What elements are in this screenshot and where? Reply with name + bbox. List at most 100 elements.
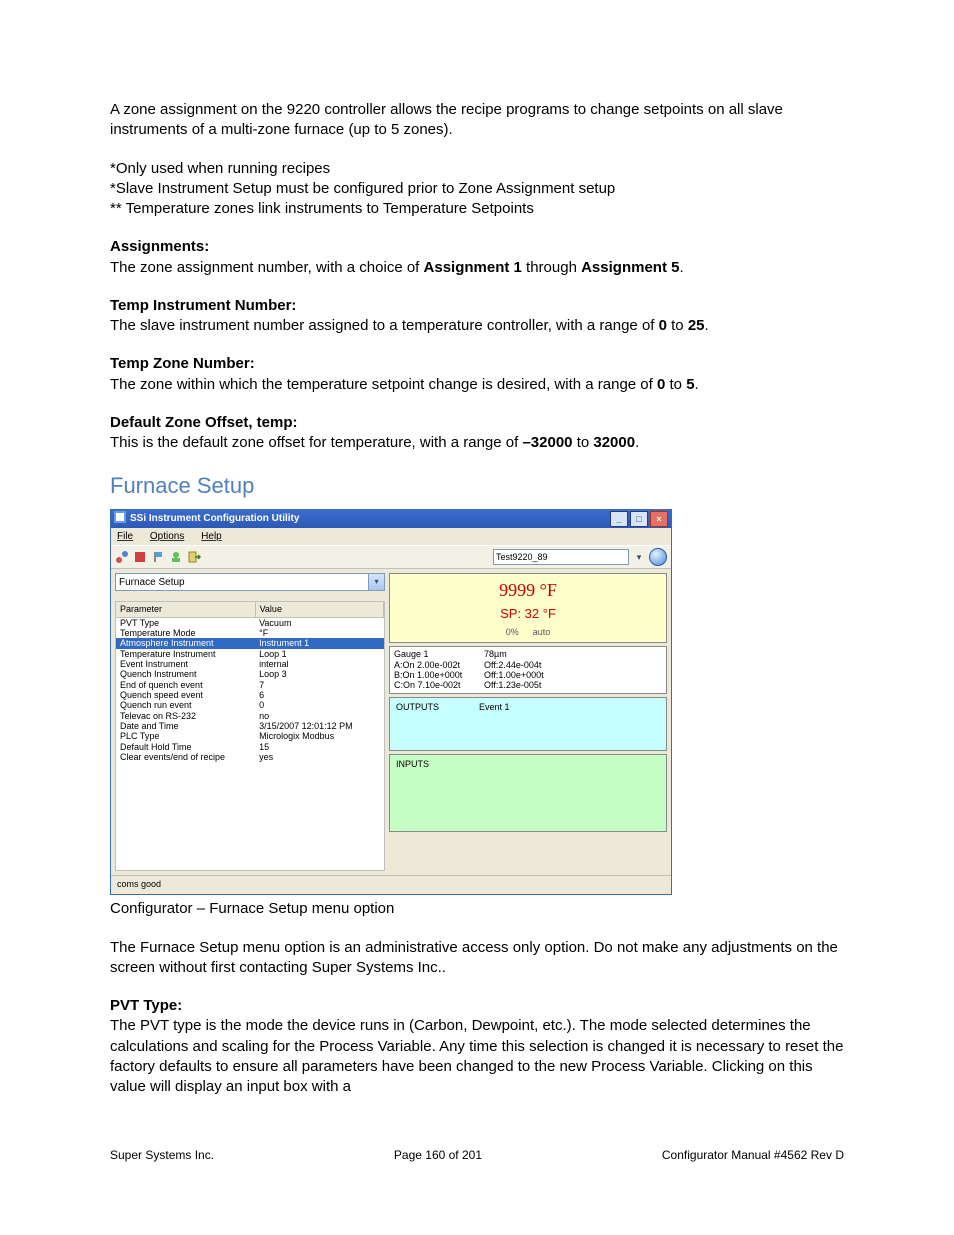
close-button[interactable]: ×	[650, 511, 668, 527]
maximize-button[interactable]: □	[630, 511, 648, 527]
footer-right: Configurator Manual #4562 Rev D	[662, 1147, 844, 1163]
table-row[interactable]: Date and Time3/15/2007 12:01:12 PM	[116, 721, 384, 731]
temp-zone-bold-a: 0	[657, 376, 665, 393]
intro-paragraph: A zone assignment on the 9220 controller…	[110, 100, 844, 141]
footer-left: Super Systems Inc.	[110, 1147, 214, 1163]
assignments-text: The zone assignment number, with a choic…	[110, 259, 424, 276]
gauge-a-on: A:On 2.00e-002t	[394, 660, 484, 670]
temp-instr-text: The slave instrument number assigned to …	[110, 317, 659, 334]
gauge-title: Gauge 1	[394, 649, 484, 659]
menu-help[interactable]: Help	[201, 531, 222, 542]
assignments-bold-a: Assignment 1	[424, 259, 522, 276]
table-row[interactable]: Quench run event0	[116, 700, 384, 710]
table-row[interactable]: Quench speed event6	[116, 690, 384, 700]
table-row[interactable]: Quench InstrumentLoop 3	[116, 669, 384, 679]
table-row[interactable]: Event Instrumentinternal	[116, 659, 384, 669]
section-dropdown[interactable]: Furnace Setup ▾	[115, 573, 385, 591]
default-offset-mid: to	[577, 434, 594, 451]
connect-icon[interactable]	[115, 550, 129, 564]
value-cell: no	[255, 711, 383, 721]
gauge-c-off: Off:1.23e-005t	[484, 680, 574, 690]
table-row[interactable]: Temperature InstrumentLoop 1	[116, 649, 384, 659]
value-cell: internal	[255, 659, 383, 669]
default-offset-section: Default Zone Offset, temp: This is the d…	[110, 413, 844, 454]
temp-zone-mid: to	[670, 376, 687, 393]
value-cell: °F	[255, 628, 383, 638]
device-combo[interactable]: Test9220_89	[493, 549, 629, 565]
outputs-event: Event 1	[479, 701, 510, 713]
temperature-panel: 9999 °F SP: 32 °F 0% auto	[389, 573, 667, 643]
note-line: *Slave Instrument Setup must be configur…	[110, 179, 844, 199]
value-cell: Vacuum	[255, 617, 383, 628]
temp-zone-label: Temp Zone Number:	[110, 355, 255, 372]
stop-icon[interactable]	[133, 550, 147, 564]
col-parameter[interactable]: Parameter	[116, 602, 255, 617]
device-combo-value: Test9220_89	[496, 551, 548, 563]
temperature-mode: auto	[533, 626, 551, 638]
flag-icon[interactable]	[151, 550, 165, 564]
window-title: SSi Instrument Configuration Utility	[130, 512, 299, 526]
exit-icon[interactable]	[187, 550, 201, 564]
temp-zone-text: The zone within which the temperature se…	[110, 376, 657, 393]
temp-instr-bold-a: 0	[659, 317, 667, 334]
help-round-icon[interactable]	[649, 548, 667, 566]
section-dropdown-value: Furnace Setup	[119, 576, 185, 590]
param-cell: Temperature Instrument	[116, 649, 255, 659]
login-icon[interactable]	[169, 550, 183, 564]
table-row[interactable]: Atmosphere InstrumentInstrument 1	[116, 638, 384, 648]
pvt-section: PVT Type: The PVT type is the mode the d…	[110, 996, 844, 1097]
value-cell: Micrologix Modbus	[255, 731, 383, 741]
combo-arrow-icon[interactable]: ▾	[633, 551, 645, 563]
notes-block: *Only used when running recipes *Slave I…	[110, 159, 844, 220]
chevron-down-icon: ▾	[368, 574, 384, 590]
status-text: coms good	[117, 879, 161, 889]
footer-center: Page 160 of 201	[394, 1147, 482, 1163]
gauge-b-on: B:On 1.00e+000t	[394, 670, 484, 680]
default-offset-end: .	[635, 434, 639, 451]
gauge-c-on: C:On 7.10e-002t	[394, 680, 484, 690]
table-row[interactable]: Default Hold Time15	[116, 742, 384, 752]
param-cell: PVT Type	[116, 617, 255, 628]
default-offset-text: This is the default zone offset for temp…	[110, 434, 522, 451]
toolbar: Test9220_89 ▾	[111, 545, 671, 569]
assignments-mid: through	[526, 259, 581, 276]
minimize-button[interactable]: _	[610, 511, 628, 527]
temp-instr-mid: to	[671, 317, 688, 334]
default-offset-label: Default Zone Offset, temp:	[110, 414, 298, 431]
menu-options[interactable]: Options	[150, 531, 184, 542]
temp-instr-bold-b: 25	[688, 317, 705, 334]
table-row[interactable]: Clear events/end of recipeyes	[116, 752, 384, 762]
table-row[interactable]: End of quench event7	[116, 680, 384, 690]
screenshot-caption: Configurator – Furnace Setup menu option	[110, 899, 844, 919]
assignments-section: Assignments: The zone assignment number,…	[110, 237, 844, 278]
param-cell: Date and Time	[116, 721, 255, 731]
param-cell: Quench run event	[116, 700, 255, 710]
param-cell: Atmosphere Instrument	[116, 638, 255, 648]
furnace-paragraph: The Furnace Setup menu option is an admi…	[110, 938, 844, 979]
value-cell: 0	[255, 700, 383, 710]
table-row[interactable]: Temperature Mode°F	[116, 628, 384, 638]
temp-zone-end: .	[695, 376, 699, 393]
app-icon	[114, 511, 126, 528]
page-footer: Super Systems Inc. Page 160 of 201 Confi…	[110, 1147, 844, 1163]
table-row[interactable]: Televac on RS-232no	[116, 711, 384, 721]
param-cell: Quench speed event	[116, 690, 255, 700]
menubar: File Options Help	[111, 528, 671, 546]
default-offset-bold-b: 32000	[593, 434, 635, 451]
assignments-bold-b: Assignment 5	[581, 259, 679, 276]
temperature-value: 9999 °F	[396, 578, 660, 602]
parameter-table: Parameter Value PVT TypeVacuumTemperatur…	[115, 601, 385, 871]
param-cell: Clear events/end of recipe	[116, 752, 255, 762]
pvt-label: PVT Type:	[110, 997, 182, 1014]
menu-file[interactable]: File	[117, 531, 133, 542]
table-row[interactable]: PLC TypeMicrologix Modbus	[116, 731, 384, 741]
value-cell: 3/15/2007 12:01:12 PM	[255, 721, 383, 731]
param-cell: Default Hold Time	[116, 742, 255, 752]
status-bar: coms good	[111, 875, 671, 894]
window-titlebar: SSi Instrument Configuration Utility _ □…	[111, 510, 671, 528]
param-cell: End of quench event	[116, 680, 255, 690]
default-offset-bold-a: –32000	[522, 434, 572, 451]
col-value[interactable]: Value	[255, 602, 383, 617]
temp-zone-bold-b: 5	[686, 376, 694, 393]
table-row[interactable]: PVT TypeVacuum	[116, 617, 384, 628]
